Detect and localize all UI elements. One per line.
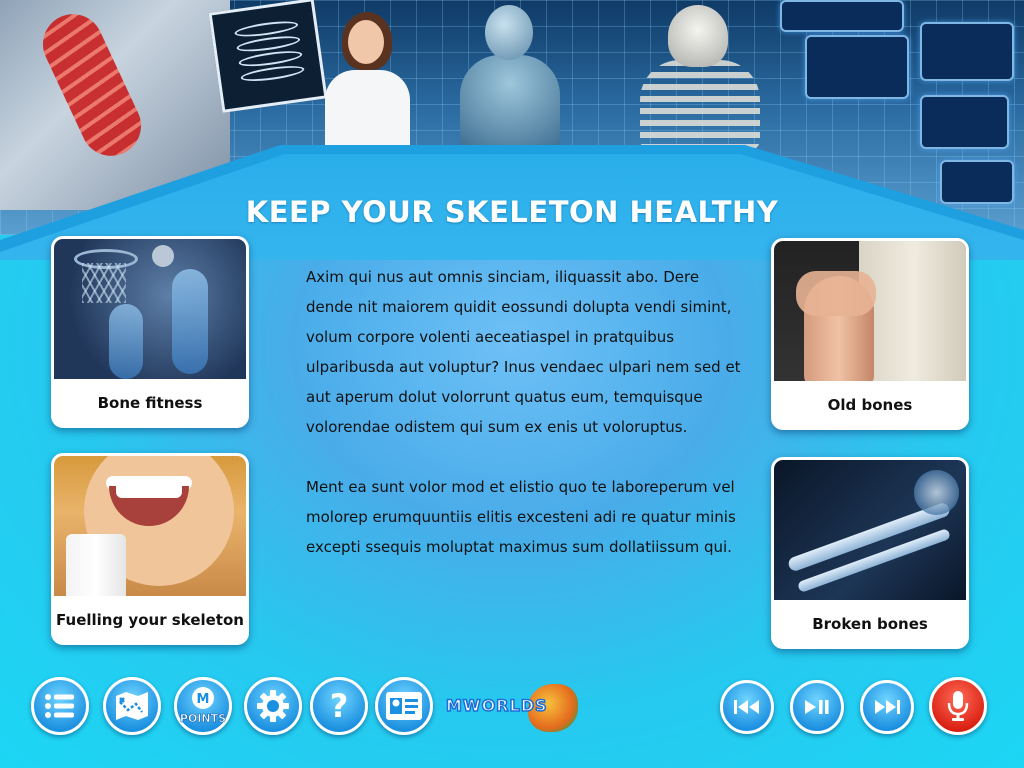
card-label: Broken bones [812, 615, 928, 633]
paragraph: Ment ea sunt volor mod et elistio quo te… [306, 478, 736, 556]
rewind-icon [734, 700, 759, 714]
fast-forward-button[interactable] [860, 680, 914, 734]
page: KEEP YOUR SKELETON HEALTHY Bone fitness … [0, 0, 1024, 768]
card-label: Bone fitness [97, 394, 203, 412]
card-label: Fuelling your skeleton [56, 611, 244, 629]
rewind-button[interactable] [720, 680, 774, 734]
arm-xray-image [774, 460, 966, 600]
question-icon: ? [330, 689, 349, 723]
card-label: Old bones [827, 396, 913, 414]
profile-button[interactable] [375, 677, 433, 735]
gear-icon [257, 690, 289, 722]
card-old-bones[interactable]: Old bones [771, 238, 969, 430]
anatomy-figure-image [450, 0, 570, 150]
play-pause-button[interactable] [790, 680, 844, 734]
medical-screen [780, 0, 904, 32]
medical-screen [805, 35, 909, 99]
body-text: Axim qui nus aut omnis sinciam, iliquass… [306, 262, 746, 592]
skeleton-body-image [640, 60, 760, 150]
help-button[interactable]: ? [310, 677, 368, 735]
mworlds-logo[interactable]: MWORLDS [440, 684, 580, 734]
doctor-image [320, 10, 415, 150]
milk-moustache-image [54, 456, 246, 596]
card-bone-fitness[interactable]: Bone fitness [51, 236, 249, 428]
microphone-button[interactable] [929, 677, 987, 735]
list-icon [45, 694, 74, 718]
skull-image [668, 5, 728, 67]
card-broken-bones[interactable]: Broken bones [771, 457, 969, 649]
map-button[interactable] [103, 677, 161, 735]
points-icon: M POINTS [180, 687, 226, 725]
settings-button[interactable] [244, 677, 302, 735]
svg-text:M: M [197, 692, 210, 707]
fast-forward-icon [875, 700, 900, 714]
menu-button[interactable] [31, 677, 89, 735]
microphone-icon [947, 691, 969, 721]
play-pause-icon [805, 700, 829, 714]
paragraph: Axim qui nus aut omnis sinciam, iliquass… [306, 268, 741, 436]
points-button[interactable]: M POINTS [174, 677, 232, 735]
svg-text:?: ? [330, 689, 349, 723]
knee-pain-image [774, 241, 966, 381]
svg-text:POINTS: POINTS [180, 712, 226, 725]
logo-text: MWORLDS [445, 695, 548, 716]
basketball-xray-image [54, 239, 246, 379]
medical-screen [920, 22, 1014, 81]
map-icon [116, 692, 148, 720]
card-fuelling-skeleton[interactable]: Fuelling your skeleton [51, 453, 249, 645]
page-title: KEEP YOUR SKELETON HEALTHY [245, 195, 779, 229]
id-card-icon [386, 692, 422, 720]
chest-xray-image [208, 0, 328, 113]
